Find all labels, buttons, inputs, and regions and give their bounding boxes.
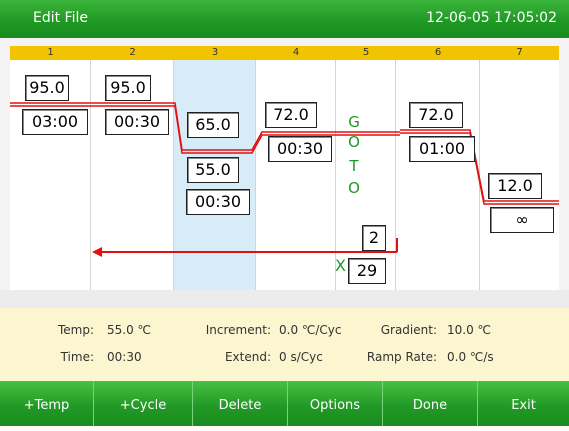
step-6-temp-field[interactable]: 72.0 xyxy=(409,102,463,128)
goto-letter-t: T xyxy=(349,157,359,175)
step-1-temp-field[interactable]: 95.0 xyxy=(25,75,69,101)
gradient-label: Gradient: xyxy=(380,323,437,337)
goto-return-arrow xyxy=(92,238,398,257)
done-button[interactable]: Done xyxy=(383,381,478,426)
step-info-panel: Temp: 55.0 ℃ Time: 00:30 Increment: 0.0 … xyxy=(0,308,569,381)
step-2-time-field[interactable]: 00:30 xyxy=(105,109,169,135)
step-3-lower-temp-field[interactable]: 55.0 xyxy=(187,157,239,183)
step-6-time-field[interactable]: 01:00 xyxy=(409,136,475,162)
increment-value: 0.0 ℃/Cyc xyxy=(279,323,342,337)
step-4-temp-field[interactable]: 72.0 xyxy=(265,102,317,128)
step-3-time-field[interactable]: 00:30 xyxy=(186,189,250,215)
time-label: Time: xyxy=(60,350,94,364)
add-cycle-button[interactable]: +Cycle xyxy=(94,381,193,426)
step-4-time-field[interactable]: 00:30 xyxy=(268,136,332,162)
step-1-time-field[interactable]: 03:00 xyxy=(22,109,88,135)
delete-button[interactable]: Delete xyxy=(193,381,288,426)
temp-label: Temp: xyxy=(57,323,94,337)
goto-step-field[interactable]: 2 xyxy=(362,225,386,251)
step-3-upper-temp-field[interactable]: 65.0 xyxy=(187,112,239,138)
grid-divider xyxy=(0,290,569,308)
step-7-time-field[interactable]: ∞ xyxy=(490,207,554,233)
add-temp-button[interactable]: +Temp xyxy=(0,381,94,426)
bottom-toolbar: +Temp +Cycle Delete Options Done Exit xyxy=(0,381,569,426)
ramp-rate-label: Ramp Rate: xyxy=(366,350,437,364)
gradient-value: 10.0 ℃ xyxy=(447,323,492,337)
cycle-times-mark: X xyxy=(335,256,346,275)
goto-cycles-field[interactable]: 29 xyxy=(348,258,386,284)
exit-button[interactable]: Exit xyxy=(478,381,569,426)
ramp-rate-value: 0.0 ℃/s xyxy=(447,350,494,364)
step-7-temp-field[interactable]: 12.0 xyxy=(488,173,542,199)
extend-label: Extend: xyxy=(224,350,271,364)
goto-letter-g: G xyxy=(348,113,360,131)
time-value: 00:30 xyxy=(107,350,142,364)
options-button[interactable]: Options xyxy=(288,381,383,426)
goto-letter-o: O xyxy=(348,133,360,151)
extend-value: 0 s/Cyc xyxy=(279,350,323,364)
increment-label: Increment: xyxy=(205,323,271,337)
edit-file-screen: Edit File 12-06-05 17:05:02 1 2 3 4 5 6 … xyxy=(0,0,569,426)
goto-letter-o2: O xyxy=(348,179,360,197)
step-2-temp-field[interactable]: 95.0 xyxy=(105,75,151,101)
temp-value: 55.0 ℃ xyxy=(107,323,152,337)
